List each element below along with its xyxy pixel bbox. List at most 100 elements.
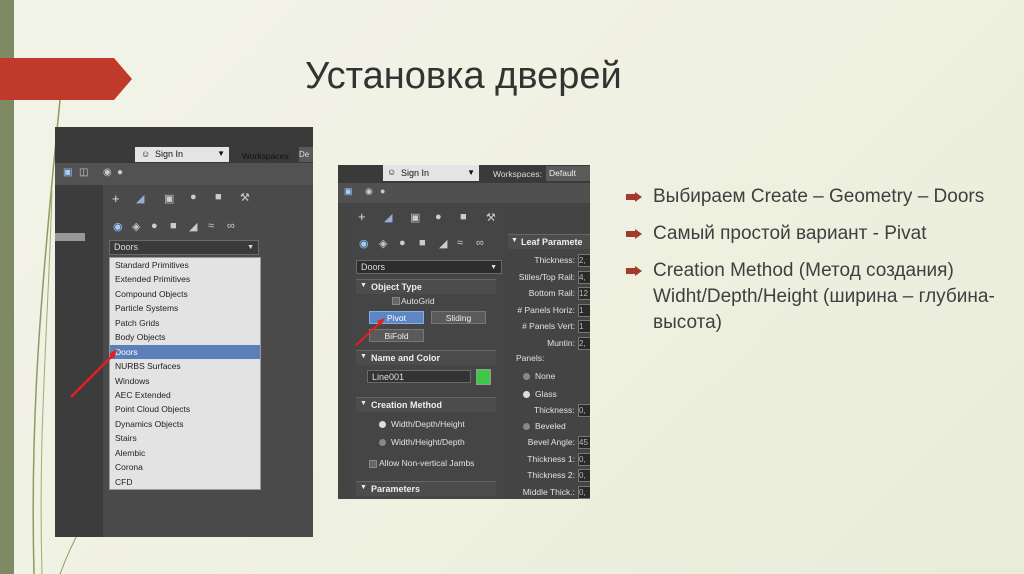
width-height-depth-radio[interactable]	[379, 439, 386, 446]
leaf-param-label: # Panels Vert:	[522, 321, 575, 331]
menu-item[interactable]: Body Objects	[110, 330, 260, 344]
parameters-rollout[interactable]: ▼ Parameters	[356, 481, 496, 496]
parameters-header: Parameters	[371, 484, 421, 494]
hierarchy-tab-icon[interactable]: ▣	[410, 211, 420, 224]
motion-tab-icon[interactable]: ●	[435, 211, 442, 223]
autogrid-label: AutoGrid	[401, 296, 435, 306]
viewport-icon[interactable]: ▣	[63, 167, 72, 178]
menu-item[interactable]: Standard Primitives	[110, 258, 260, 272]
bulb-icon[interactable]: ●	[117, 167, 123, 178]
menu-item[interactable]: Alembic	[110, 446, 260, 460]
menu-item[interactable]: AEC Extended	[110, 388, 260, 402]
eye-icon[interactable]: ◉	[103, 167, 112, 178]
systems-icon[interactable]: ∞	[476, 237, 484, 249]
leaf-param-field[interactable]: 4,	[578, 270, 590, 284]
workspaces-dropdown[interactable]: De	[299, 147, 313, 162]
sign-in-button[interactable]: ☺ Sign In ▼	[383, 165, 479, 181]
category-dropdown[interactable]: Doors ▼	[109, 240, 259, 255]
shapes-icon[interactable]: ◈	[379, 237, 387, 250]
autogrid-checkbox[interactable]	[392, 297, 400, 305]
object-type-rollout[interactable]: ▼ Object Type	[356, 279, 496, 294]
workspaces-label: Workspaces:	[493, 169, 542, 179]
render-icon[interactable]: ◫	[79, 167, 88, 178]
panels-none-radio[interactable]	[523, 373, 530, 380]
category-dropdown-list: Standard Primitives Extended Primitives Co…	[109, 257, 261, 490]
leaf-param-field[interactable]: 12	[578, 287, 590, 300]
leaf-param-field[interactable]: 1	[578, 303, 590, 317]
viewport-icon[interactable]: ▣	[344, 186, 353, 197]
leaf-param-field[interactable]: 2,	[578, 254, 590, 267]
bevel-param-label: Thickness 1:	[527, 453, 575, 464]
glass-thickness-field[interactable]: 0,	[578, 404, 590, 417]
menu-item[interactable]: Corona	[110, 460, 260, 474]
leaf-param-field[interactable]: 2,	[578, 336, 590, 350]
chevron-down-icon: ▼	[217, 149, 225, 158]
allow-non-vertical-jambs-checkbox[interactable]	[369, 460, 377, 468]
utilities-tab-icon[interactable]: ⚒	[486, 211, 496, 224]
geometry-icon[interactable]: ◉	[359, 237, 369, 250]
hierarchy-tab-icon[interactable]: ▣	[164, 192, 174, 205]
leaf-param-label: # Panels Horiz:	[517, 304, 575, 315]
menu-item[interactable]: Stairs	[110, 431, 260, 445]
cameras-icon[interactable]: ■	[419, 237, 426, 249]
spacewarps-icon[interactable]: ≈	[457, 237, 463, 249]
modify-tab-icon[interactable]: ◢	[384, 211, 392, 224]
workspaces-label: Workspaces:	[242, 151, 291, 161]
panels-glass-radio[interactable]	[523, 391, 530, 398]
category-dropdown[interactable]: Doors ▼	[356, 260, 502, 274]
leaf-parameters-rollout[interactable]: ▼ Leaf Paramete	[508, 234, 590, 249]
menu-item[interactable]: Particle Systems	[110, 301, 260, 315]
menu-item[interactable]: Windows	[110, 374, 260, 388]
menu-item[interactable]: Extended Primitives	[110, 272, 260, 286]
panels-beveled-radio[interactable]	[523, 423, 530, 430]
bevel-param-field[interactable]: 0,	[578, 469, 590, 482]
display-tab-icon[interactable]: ■	[215, 191, 222, 203]
bevel-param-field[interactable]: 45	[578, 436, 590, 449]
workspaces-dropdown[interactable]: Default	[546, 166, 590, 181]
bulb-icon[interactable]: ●	[380, 186, 385, 196]
bevel-param-field[interactable]: 0,	[578, 485, 590, 499]
creation-method-rollout[interactable]: ▼ Creation Method	[356, 397, 496, 412]
cameras-icon[interactable]: ■	[170, 220, 177, 232]
object-type-header: Object Type	[371, 282, 422, 292]
glass-thickness-label: Thickness:	[534, 405, 575, 415]
width-depth-height-radio[interactable]	[379, 421, 386, 428]
bullet-arrow-icon	[626, 266, 642, 276]
menu-item[interactable]: NURBS Surfaces	[110, 359, 260, 373]
shapes-icon[interactable]: ◈	[132, 220, 140, 233]
menu-item[interactable]: Dynamics Objects	[110, 417, 260, 431]
sliding-button[interactable]: Sliding	[431, 311, 486, 324]
leaf-param-label: Thickness:	[534, 255, 575, 265]
menu-item[interactable]: CFD	[110, 475, 260, 489]
eye-icon[interactable]: ◉	[365, 186, 373, 197]
display-tab-icon[interactable]: ■	[460, 211, 467, 223]
create-tab-icon[interactable]: +	[112, 191, 120, 206]
bullet-arrow-icon	[626, 229, 642, 239]
leaf-param-field[interactable]: 1	[578, 320, 590, 333]
sign-in-button[interactable]: ☺ Sign In ▼	[135, 147, 229, 162]
name-and-color-rollout[interactable]: ▼ Name and Color	[356, 350, 496, 365]
helpers-icon[interactable]: ◢	[439, 237, 447, 250]
spacewarps-icon[interactable]: ≈	[208, 220, 214, 232]
motion-tab-icon[interactable]: ●	[190, 191, 197, 203]
menu-item[interactable]: Doors	[110, 344, 260, 360]
bevel-param-field[interactable]: 0,	[578, 452, 590, 466]
lights-icon[interactable]: ●	[399, 237, 406, 249]
bullet-item: Самый простой вариант - Pivat	[626, 221, 1006, 247]
geometry-icon[interactable]: ◉	[113, 220, 123, 233]
bevel-param-label: Thickness 2:	[527, 470, 575, 480]
color-swatch[interactable]	[476, 369, 491, 385]
create-tab-icon[interactable]: +	[358, 209, 366, 224]
bullet-arrow-icon	[626, 192, 642, 202]
modify-tab-icon[interactable]: ◢	[136, 192, 144, 205]
menu-item[interactable]: Patch Grids	[110, 316, 260, 330]
helpers-icon[interactable]: ◢	[189, 220, 197, 233]
systems-icon[interactable]: ∞	[227, 220, 235, 232]
menu-item[interactable]: Point Cloud Objects	[110, 402, 260, 416]
utilities-tab-icon[interactable]: ⚒	[240, 191, 250, 204]
lights-icon[interactable]: ●	[151, 220, 158, 232]
menu-item[interactable]: Compound Objects	[110, 287, 260, 301]
leaf-parameters-header: Leaf Paramete	[521, 237, 583, 247]
sign-in-label: Sign In	[155, 149, 184, 159]
object-name-field[interactable]: Line001	[367, 370, 471, 383]
